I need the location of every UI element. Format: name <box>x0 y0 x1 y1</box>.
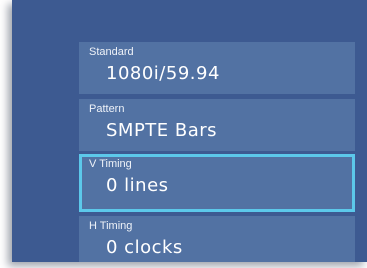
menu-item-value: 0 clocks <box>106 237 183 258</box>
settings-panel: Standard 1080i/59.94 Pattern SMPTE Bars … <box>12 0 367 262</box>
menu-item-v-timing[interactable]: V Timing 0 lines <box>79 154 355 212</box>
menu-item-label: Standard <box>89 46 134 58</box>
menu-item-value: 0 lines <box>106 175 169 196</box>
menu-item-h-timing[interactable]: H Timing 0 clocks <box>79 216 355 262</box>
menu-item-label: V Timing <box>89 158 132 170</box>
menu-item-value: SMPTE Bars <box>106 120 218 141</box>
menu-item-value: 1080i/59.94 <box>106 63 220 84</box>
menu-item-standard[interactable]: Standard 1080i/59.94 <box>79 42 355 94</box>
menu-item-label: H Timing <box>89 220 133 232</box>
menu-item-label: Pattern <box>89 103 125 115</box>
menu-item-pattern[interactable]: Pattern SMPTE Bars <box>79 99 355 151</box>
